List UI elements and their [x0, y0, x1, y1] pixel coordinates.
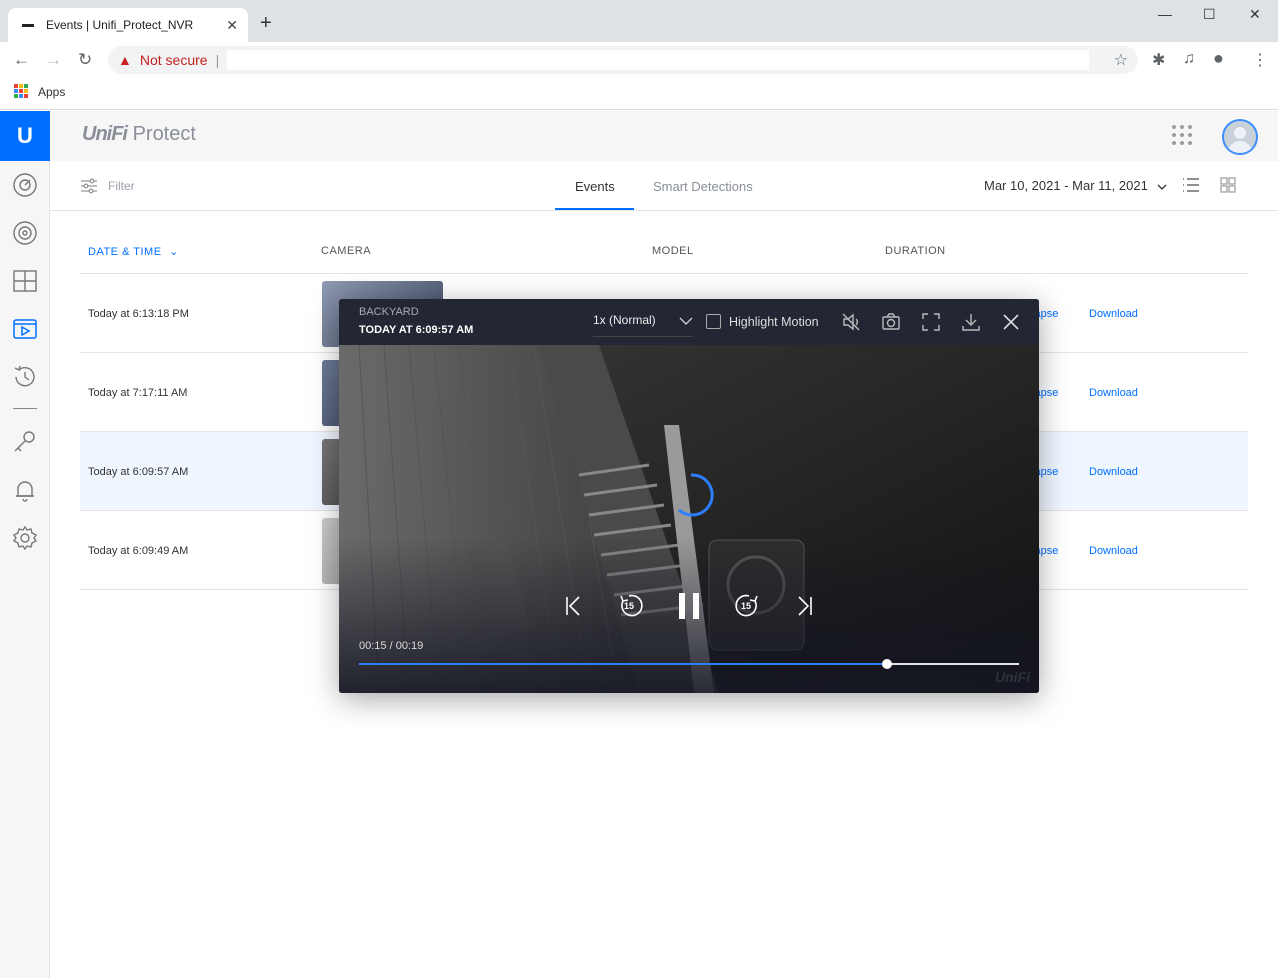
window-close-icon[interactable]: ✕: [1249, 6, 1261, 23]
tab-close-icon[interactable]: ✕: [226, 17, 238, 34]
skip-to-start-icon[interactable]: [563, 595, 585, 617]
filter-icon: [81, 178, 97, 194]
video-player-modal: BACKYARD TODAY AT 6:09:57 AM 1x (Normal)…: [339, 299, 1039, 693]
filter-label: Filter: [108, 179, 135, 193]
column-camera[interactable]: CAMERA: [321, 245, 371, 257]
url-field[interactable]: [227, 50, 1090, 70]
seek-progress: [359, 663, 887, 665]
download-link[interactable]: Download: [1089, 466, 1138, 478]
app-switcher-icon[interactable]: [1172, 125, 1192, 145]
table-header: DATE & TIME ⌄ CAMERA MODEL DURATION: [80, 232, 1248, 274]
back-icon[interactable]: ←: [13, 50, 30, 70]
camera-footage-image: [339, 345, 1039, 693]
download-link[interactable]: Download: [1089, 545, 1138, 557]
integrations-icon[interactable]: [12, 429, 38, 455]
chevron-down-icon: [1157, 184, 1167, 190]
mute-icon[interactable]: [841, 312, 861, 332]
unifi-watermark: UniFi: [995, 669, 1030, 685]
minimize-icon[interactable]: —: [1158, 6, 1172, 22]
video-frame[interactable]: [339, 345, 1039, 693]
highlight-motion-toggle[interactable]: Highlight Motion: [706, 314, 819, 329]
menu-icon[interactable]: ⋮: [1252, 50, 1268, 70]
tab-events[interactable]: Events: [575, 179, 615, 194]
events-icon[interactable]: [12, 316, 38, 342]
date-range-label: Mar 10, 2021 - Mar 11, 2021: [984, 178, 1148, 193]
sidebar: U: [0, 111, 50, 978]
forward-15-button[interactable]: 15: [734, 593, 760, 619]
playback-speed-select[interactable]: 1x (Normal): [593, 313, 693, 337]
download-link[interactable]: Download: [1089, 387, 1138, 399]
browser-tab[interactable]: Events | Unifi_Protect_NVR ✕: [8, 8, 248, 42]
timelapse-icon[interactable]: [12, 364, 38, 390]
browser-toolbar: ← → ↻ ▲ Not secure | ☆ ✱ ♫ ● ⋮: [0, 42, 1278, 78]
app-header: UniFi Protect: [50, 111, 1278, 161]
extensions-icon[interactable]: ✱: [1152, 50, 1165, 70]
pause-icon[interactable]: [677, 591, 701, 621]
column-duration[interactable]: DURATION: [885, 245, 946, 257]
forward-icon[interactable]: →: [45, 50, 62, 70]
tab-favicon-icon: [22, 23, 34, 27]
security-label[interactable]: Not secure: [140, 52, 208, 68]
tab-smart-detections[interactable]: Smart Detections: [653, 179, 753, 194]
settings-icon[interactable]: [12, 525, 38, 551]
column-model[interactable]: MODEL: [652, 245, 694, 257]
browser-tabstrip: Events | Unifi_Protect_NVR ✕ + — ☐ ✕: [0, 0, 1278, 42]
bookmarks-bar: Apps: [0, 78, 1278, 110]
media-icon[interactable]: ♫: [1183, 50, 1195, 68]
brand-unifi: UniFi: [82, 123, 128, 145]
user-avatar[interactable]: [1222, 119, 1258, 155]
new-tab-icon[interactable]: +: [260, 12, 272, 35]
unifi-logo-icon[interactable]: U: [0, 111, 50, 161]
brand-protect: Protect: [132, 123, 196, 145]
sort-chevron-icon: ⌄: [169, 246, 179, 258]
column-date-time-label: DATE & TIME: [88, 246, 162, 258]
apps-grid-icon[interactable]: [14, 84, 28, 98]
notifications-icon[interactable]: [12, 477, 38, 503]
tab-title: Events | Unifi_Protect_NVR: [46, 18, 194, 32]
chevron-down-icon: [679, 317, 693, 325]
maximize-icon[interactable]: ☐: [1203, 6, 1216, 23]
profile-icon[interactable]: ●: [1213, 48, 1224, 69]
playback-speed-value: 1x (Normal): [593, 313, 656, 327]
timecode: 00:15 / 00:19: [359, 640, 424, 652]
apps-bookmark[interactable]: Apps: [38, 85, 65, 99]
rewind-15-button[interactable]: 15: [618, 593, 644, 619]
bookmark-star-icon[interactable]: ☆: [1114, 50, 1128, 70]
highlight-motion-checkbox[interactable]: [706, 314, 721, 329]
date-range-picker[interactable]: Mar 10, 2021 - Mar 11, 2021: [984, 178, 1167, 193]
rewind-seconds: 15: [624, 601, 635, 611]
seek-handle[interactable]: [882, 659, 892, 669]
sidebar-divider: [13, 408, 37, 409]
column-date-time[interactable]: DATE & TIME ⌄: [88, 245, 179, 258]
event-time: Today at 6:09:49 AM: [88, 545, 189, 557]
unifi-protect-logo[interactable]: UniFi Protect: [82, 123, 196, 146]
snapshot-icon[interactable]: [881, 312, 901, 332]
omnibox-separator: |: [215, 52, 220, 68]
liveview-icon[interactable]: [12, 268, 38, 294]
skip-to-end-icon[interactable]: [793, 595, 815, 617]
grid-view-icon[interactable]: [1220, 177, 1236, 193]
dashboard-icon[interactable]: [12, 172, 38, 198]
fullscreen-icon[interactable]: [921, 312, 941, 332]
highlight-motion-label: Highlight Motion: [729, 314, 819, 329]
active-tab-indicator: [555, 208, 634, 210]
event-timestamp: TODAY AT 6:09:57 AM: [359, 324, 474, 336]
seek-bar[interactable]: [359, 659, 1019, 669]
close-icon[interactable]: [1001, 312, 1021, 332]
list-view-icon[interactable]: [1182, 177, 1200, 193]
cameras-icon[interactable]: [12, 220, 38, 246]
event-time: Today at 6:13:18 PM: [88, 308, 189, 320]
events-toolbar: Filter Events Smart Detections Mar 10, 2…: [50, 161, 1278, 211]
event-time: Today at 7:17:11 AM: [88, 387, 188, 399]
player-header: BACKYARD TODAY AT 6:09:57 AM 1x (Normal)…: [339, 299, 1039, 345]
download-link[interactable]: Download: [1089, 308, 1138, 320]
event-time: Today at 6:09:57 AM: [88, 466, 189, 478]
download-icon[interactable]: [961, 312, 981, 332]
forward-seconds: 15: [741, 601, 752, 611]
warning-icon: ▲: [118, 52, 132, 68]
filter-button[interactable]: Filter: [80, 178, 135, 194]
reload-icon[interactable]: ↻: [78, 50, 92, 70]
camera-name: BACKYARD: [359, 306, 419, 318]
address-bar[interactable]: ▲ Not secure | ☆: [108, 46, 1138, 74]
